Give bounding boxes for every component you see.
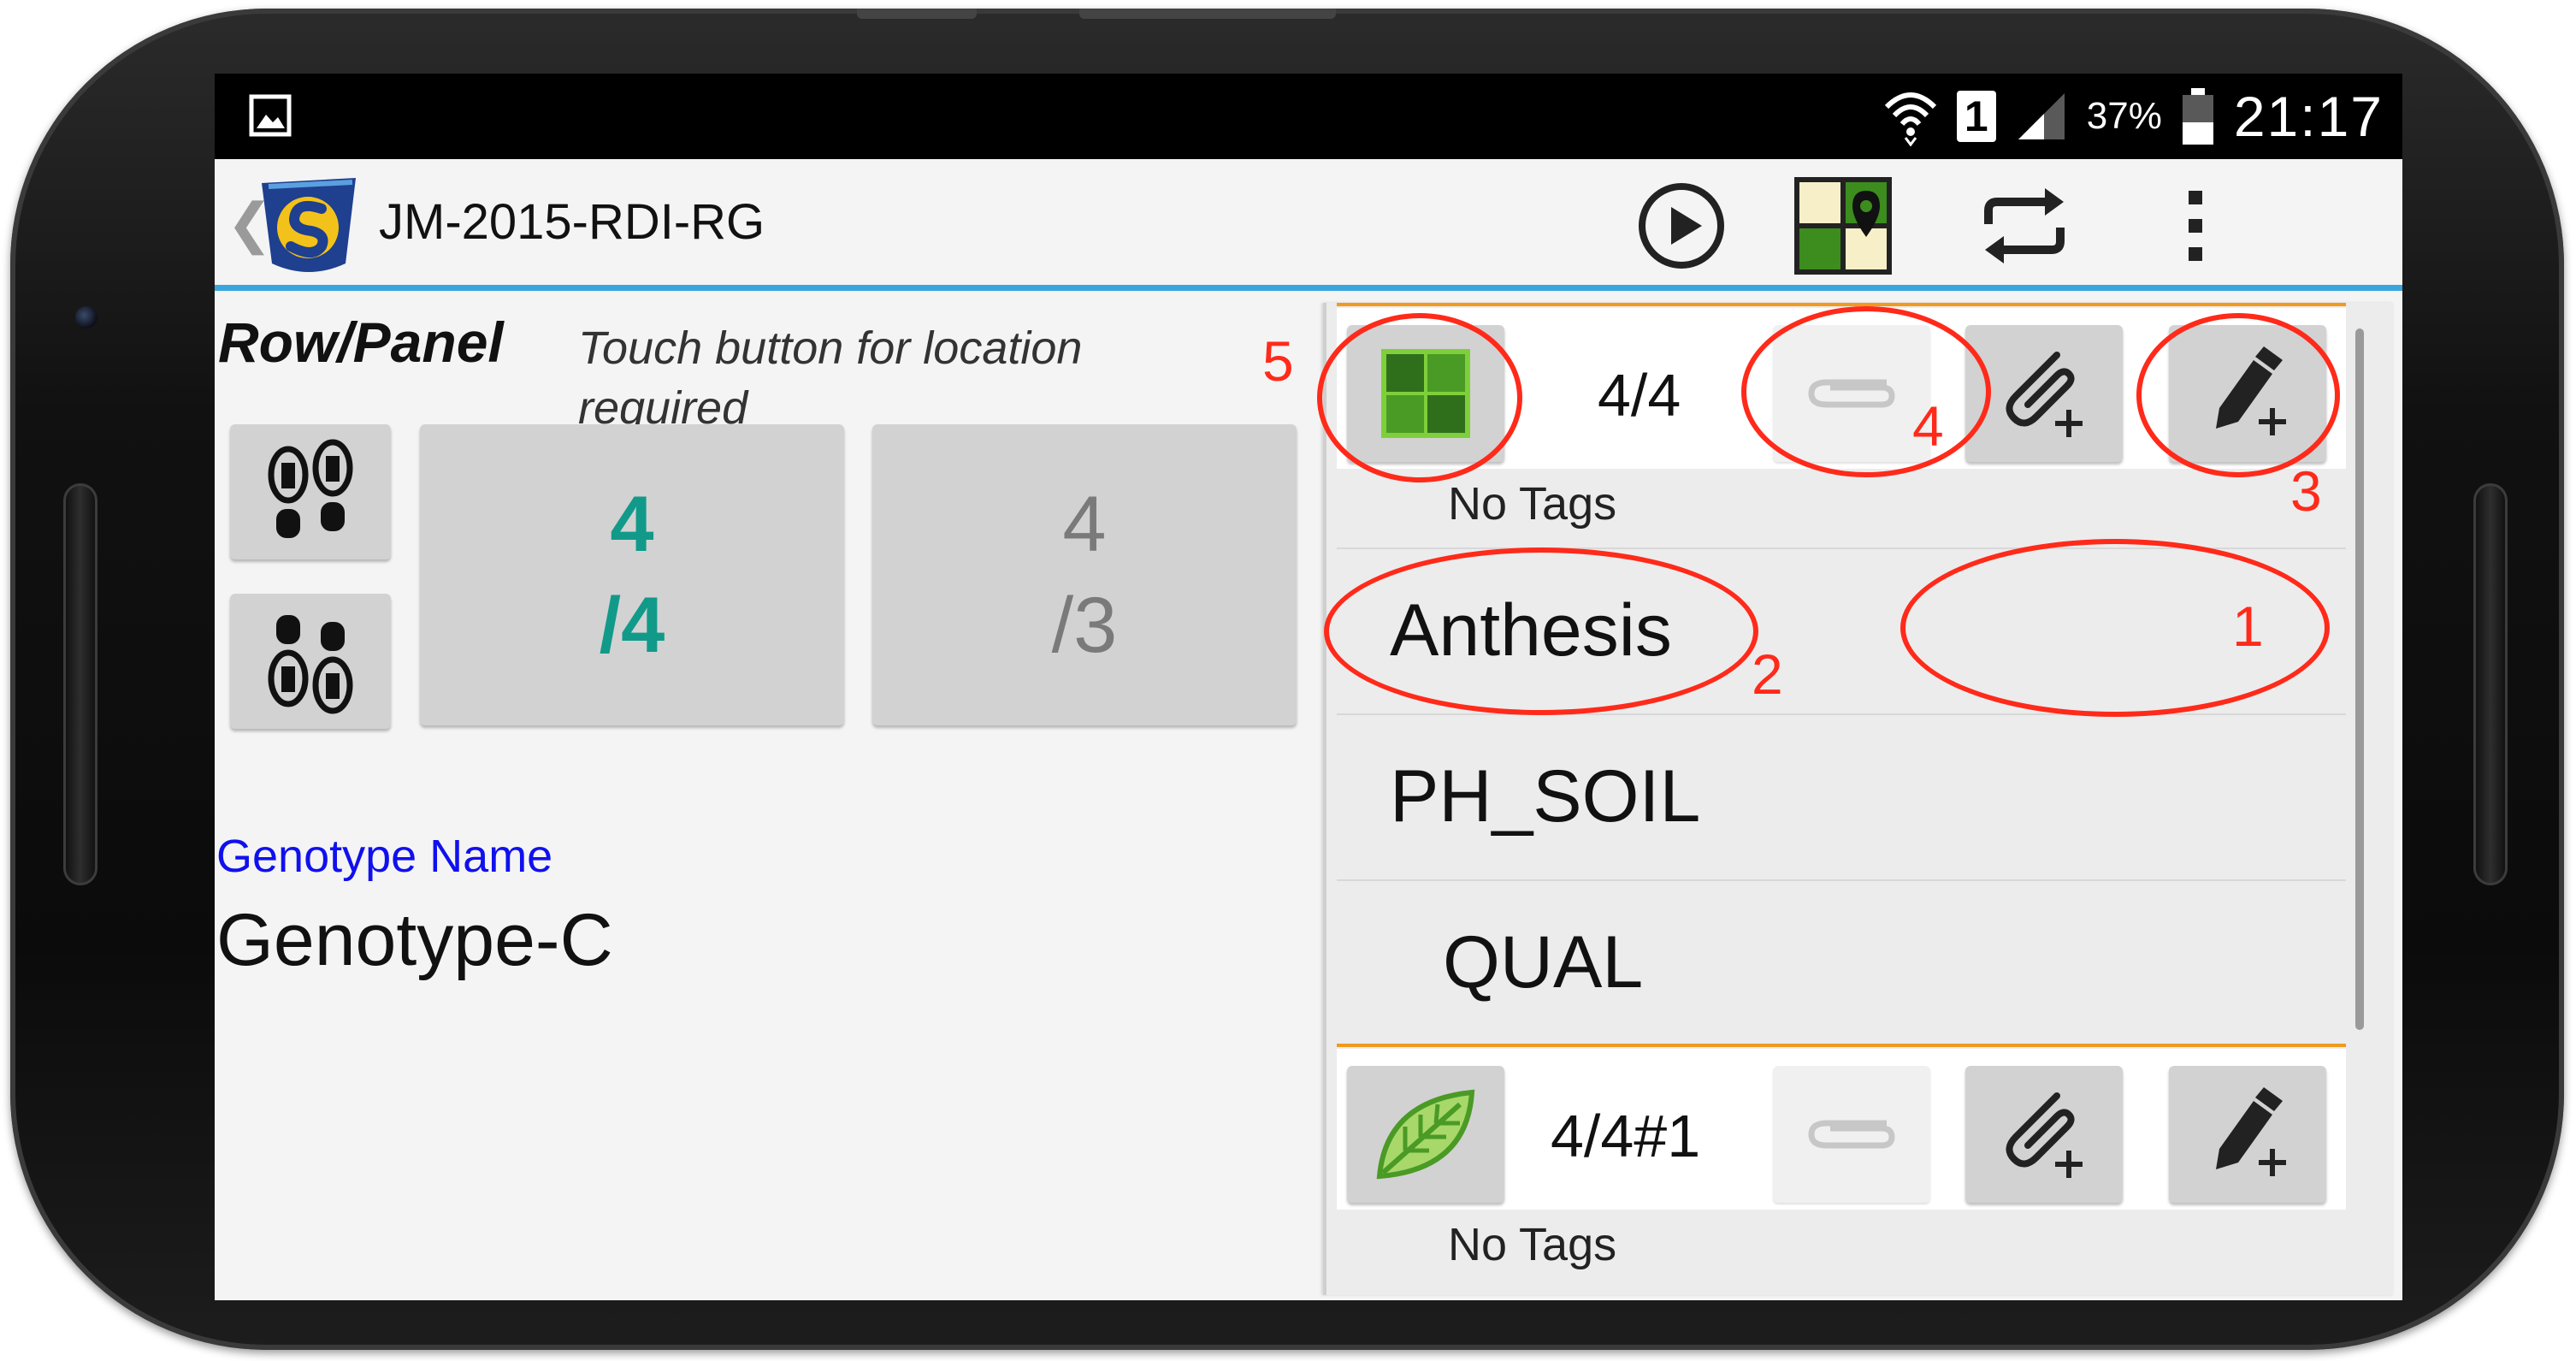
subplot-section: 4/4#1 No Tags	[1337, 1044, 2346, 1295]
right-speaker-grille	[2473, 483, 2508, 885]
walk-forward-button[interactable]	[230, 424, 391, 559]
app-logo-icon[interactable]	[253, 175, 364, 275]
overflow-menu-icon	[2189, 191, 2202, 261]
annotation-number-4: 4	[1912, 394, 1944, 458]
footprints-forward-icon	[268, 439, 353, 538]
current-panel: /4	[599, 582, 665, 669]
current-row: 4	[610, 481, 654, 568]
signal-icon	[2018, 93, 2065, 139]
annotation-number-2: 2	[1752, 642, 1783, 706]
annotation-number-5: 5	[1262, 329, 1294, 393]
location-label: Row/Panel	[218, 311, 504, 374]
add-note-icon	[2216, 1087, 2286, 1176]
power-button	[1079, 9, 1336, 19]
add-note-button[interactable]	[2169, 1066, 2326, 1203]
gallery-notification-icon	[249, 94, 292, 137]
annotation-ellipse-4	[1741, 306, 1991, 477]
leaf-icon	[1376, 1089, 1475, 1180]
trait-name: QUAL	[1443, 920, 1644, 1003]
genotype-value: Genotype-C	[216, 899, 613, 981]
front-camera	[75, 306, 97, 328]
plot-label: 4/4	[1598, 362, 1681, 429]
paperclip-icon	[1808, 1120, 1895, 1149]
battery-icon	[2182, 88, 2213, 145]
add-attachment-button[interactable]	[1965, 1066, 2123, 1203]
walk-backward-button[interactable]	[230, 594, 391, 729]
action-bar: ❮ JM-2015-RDI-RG	[215, 159, 2402, 291]
attachments-button[interactable]	[1773, 1066, 1930, 1203]
play-button[interactable]	[1630, 175, 1733, 277]
status-bar: 1 37% 21:17	[215, 74, 2402, 159]
field-map-icon	[1794, 177, 1892, 275]
field-map-button[interactable]	[1792, 175, 1894, 277]
max-position-button[interactable]: 4 /3	[872, 424, 1297, 725]
annotation-number-3: 3	[2290, 459, 2322, 523]
wifi-icon	[1884, 92, 1936, 146]
current-position-button[interactable]: 4 /4	[420, 424, 844, 725]
section-toolbar: 4/4#1	[1337, 1049, 2346, 1210]
max-panel: /3	[1051, 582, 1118, 669]
plot-tags: No Tags	[1448, 478, 1617, 530]
trait-row-ph-soil[interactable]: PH_SOIL	[1337, 713, 2346, 878]
subplot-type-button[interactable]	[1347, 1066, 1504, 1203]
genotype-label: Genotype Name	[216, 831, 553, 882]
list-scrollbar[interactable]	[2355, 328, 2364, 1030]
add-attachment-icon	[2006, 1092, 2083, 1178]
battery-percentage: 37%	[2086, 95, 2162, 137]
sync-icon	[1984, 188, 2065, 263]
trait-row-qual[interactable]: QUAL	[1337, 879, 2346, 1044]
volume-button	[857, 9, 977, 19]
add-attachment-icon	[2006, 352, 2083, 437]
annotation-ellipse-2	[1324, 547, 1758, 715]
subplot-label: 4/4#1	[1551, 1103, 1701, 1169]
section-divider	[1337, 303, 2346, 306]
subplot-tags: No Tags	[1448, 1219, 1617, 1270]
annotation-ellipse-3	[2136, 313, 2340, 477]
annotation-ellipse-5	[1317, 313, 1522, 482]
play-icon	[1639, 183, 1724, 269]
location-hint: Touch button for location required	[578, 322, 1083, 434]
footprints-backward-icon	[268, 615, 353, 714]
annotation-number-1: 1	[2232, 595, 2264, 658]
sync-button[interactable]	[1973, 175, 2076, 277]
clock: 21:17	[2233, 85, 2384, 148]
max-row: 4	[1062, 481, 1107, 568]
annotation-ellipse-1	[1900, 539, 2330, 717]
section-divider	[1337, 1044, 2346, 1047]
sim-badge-number: 1	[1964, 92, 1988, 140]
overflow-menu-button[interactable]	[2161, 175, 2230, 277]
sim-badge: 1	[1956, 91, 1996, 142]
location-pane: Row/Panel Touch button for location requ…	[215, 291, 1326, 1300]
status-icons: 1 37% 21:17	[1883, 74, 2384, 159]
trait-name: PH_SOIL	[1390, 754, 1701, 837]
experiment-title: JM-2015-RDI-RG	[379, 194, 765, 250]
left-speaker-grille	[63, 483, 97, 885]
